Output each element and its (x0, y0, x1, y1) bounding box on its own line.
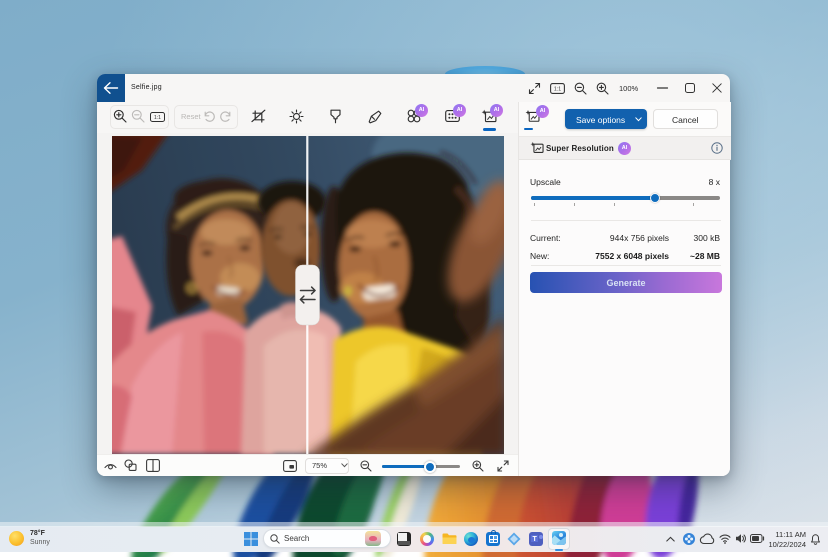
svg-text:1:1: 1:1 (154, 115, 161, 121)
svg-text:1:1: 1:1 (554, 87, 561, 93)
